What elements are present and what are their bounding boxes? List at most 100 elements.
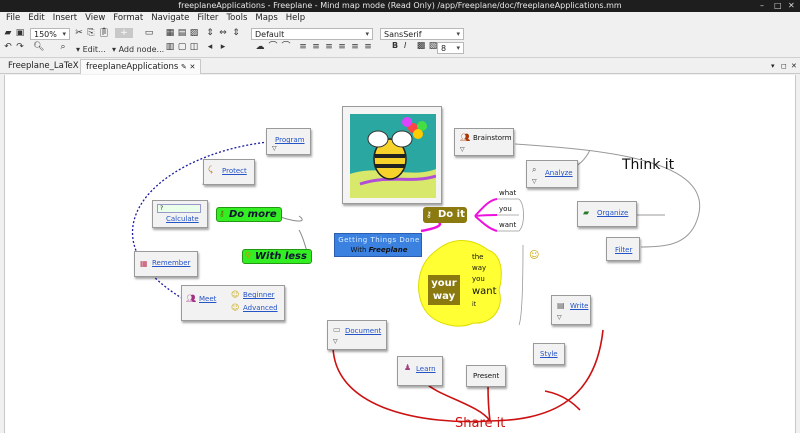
- your-way-node[interactable]: your way: [428, 275, 460, 305]
- open-icon[interactable]: ▰: [3, 28, 13, 38]
- align-icon[interactable]: ▥: [165, 42, 175, 52]
- style-link[interactable]: Style: [540, 350, 558, 358]
- menu-navigate[interactable]: Navigate: [147, 12, 193, 25]
- advanced-link[interactable]: Advanced: [243, 304, 278, 312]
- document-node[interactable]: ▭ Document ▽: [327, 320, 387, 350]
- program-node[interactable]: Program ▽: [266, 128, 311, 155]
- tab-restore-icon[interactable]: ◻: [781, 62, 787, 70]
- menu-insert[interactable]: Insert: [49, 12, 81, 25]
- indent-icon[interactable]: ≡: [350, 42, 360, 52]
- style-icon[interactable]: ▨: [189, 28, 199, 38]
- minimize-icon[interactable]: –: [760, 0, 764, 12]
- center-image-node[interactable]: [342, 106, 442, 204]
- text-color-icon[interactable]: ▩: [416, 41, 426, 51]
- cut-icon[interactable]: ✂: [74, 28, 84, 38]
- shape-icon[interactable]: ◫: [189, 42, 199, 52]
- border-icon[interactable]: ▢: [177, 42, 187, 52]
- fold-icon[interactable]: ⇕: [205, 28, 215, 38]
- learn-node[interactable]: ♟ Learn: [397, 356, 443, 386]
- map-tabs: Freeplane_LaTeX freeplaneApplications ✎ …: [0, 58, 800, 74]
- write-node[interactable]: ▤ Write ▽: [551, 295, 591, 325]
- align-right-icon[interactable]: ≡: [324, 42, 334, 52]
- zoom-in-icon[interactable]: 🔍︎: [33, 42, 44, 52]
- undo-icon[interactable]: ↶: [3, 42, 13, 52]
- write-link[interactable]: Write: [570, 302, 588, 310]
- program-link[interactable]: Program: [275, 136, 305, 144]
- do-it-node[interactable]: ⚷ Do it: [423, 207, 467, 223]
- meet-node[interactable]: 👥︎ Meet ☺ Beginner ☺ Advanced: [181, 285, 285, 321]
- menu-format[interactable]: Format: [109, 12, 147, 25]
- outdent-icon[interactable]: ≡: [363, 42, 373, 52]
- align-left-icon[interactable]: ≡: [298, 42, 308, 52]
- edge-style-icon[interactable]: ⌒: [281, 42, 291, 52]
- menu-filter[interactable]: Filter: [193, 12, 222, 25]
- maximize-icon[interactable]: □: [774, 0, 782, 12]
- italic-button[interactable]: I: [404, 41, 406, 50]
- do-more-node[interactable]: ⚷ Do more: [216, 207, 282, 222]
- align-center-icon[interactable]: ≡: [311, 42, 321, 52]
- with-less-node[interactable]: 💡︎ With less: [242, 249, 312, 264]
- menu-view[interactable]: View: [81, 12, 109, 25]
- brainstorm-node[interactable]: 👥︎ Brainstorm ▽: [454, 128, 514, 156]
- filter-link[interactable]: Filter: [615, 246, 632, 254]
- present-node[interactable]: Present: [466, 365, 506, 387]
- analyze-link[interactable]: Analyze: [545, 169, 573, 177]
- tab-freeplane-latex[interactable]: Freeplane_LaTeX: [3, 59, 84, 74]
- menu-file[interactable]: File: [2, 12, 24, 25]
- bold-button[interactable]: B: [392, 41, 398, 50]
- filter-node[interactable]: Filter: [606, 237, 640, 261]
- menu-edit[interactable]: Edit: [24, 12, 48, 25]
- calculate-link[interactable]: Calculate: [166, 215, 199, 223]
- center-title-node[interactable]: Getting Things Done With Freeplane: [334, 233, 422, 257]
- beginner-link[interactable]: Beginner: [243, 291, 275, 299]
- tab-freeplane-applications[interactable]: freeplaneApplications ✎ ✕: [80, 59, 202, 74]
- learn-link[interactable]: Learn: [416, 365, 436, 373]
- expand-icon[interactable]: ◂: [205, 42, 215, 52]
- zoom-select[interactable]: 150% ▾: [30, 28, 70, 40]
- node-icon[interactable]: ▭: [140, 28, 158, 38]
- justify-icon[interactable]: ≡: [337, 42, 347, 52]
- move-icon[interactable]: ⇕: [231, 28, 241, 38]
- people-icon: 👥︎: [460, 133, 471, 142]
- add-node-button[interactable]: ▾ Add node...: [112, 45, 164, 54]
- protect-node[interactable]: ⤹ Protect: [203, 159, 255, 185]
- paste-icon[interactable]: 📋︎: [98, 28, 109, 38]
- menu-tools[interactable]: Tools: [222, 12, 251, 25]
- font-size-select[interactable]: 8 ▾: [437, 42, 464, 54]
- remember-node[interactable]: ▦ Remember: [134, 251, 198, 277]
- calculate-input[interactable]: ?: [157, 204, 201, 213]
- organize-link[interactable]: Organize: [597, 209, 628, 217]
- zoom-out-icon[interactable]: ⌕: [58, 42, 68, 52]
- copy-icon[interactable]: ⎘: [86, 28, 96, 38]
- cloud-icon[interactable]: ☁: [255, 42, 265, 52]
- meet-link[interactable]: Meet: [199, 295, 216, 303]
- unfold-icon[interactable]: ⇔: [218, 28, 228, 38]
- layout-icon[interactable]: ▦: [165, 28, 175, 38]
- font-select[interactable]: SansSerif ▾: [380, 28, 464, 40]
- format-icon[interactable]: ▤: [177, 28, 187, 38]
- menu-help[interactable]: Help: [282, 12, 309, 25]
- collapse-icon[interactable]: ▸: [218, 42, 228, 52]
- analyze-node[interactable]: ⌕ Analyze ▽: [526, 160, 578, 188]
- add-icon[interactable]: +: [115, 28, 133, 38]
- calculate-node[interactable]: ? Calculate: [152, 200, 208, 228]
- remember-link[interactable]: Remember: [152, 259, 190, 267]
- document-link[interactable]: Document: [345, 327, 381, 335]
- style-node[interactable]: Style: [533, 343, 565, 365]
- organize-node[interactable]: ▰ Organize: [577, 201, 637, 227]
- tab-close-icon[interactable]: ✕: [190, 63, 196, 71]
- close-icon[interactable]: ✕: [788, 0, 795, 12]
- redo-icon[interactable]: ↷: [15, 42, 25, 52]
- present-label: Present: [473, 372, 500, 380]
- tab-close-all-icon[interactable]: ✕: [791, 62, 797, 70]
- save-icon[interactable]: ▣: [15, 28, 25, 38]
- mind-map-canvas[interactable]: Getting Things Done With Freeplane Progr…: [4, 75, 796, 433]
- tab-pin-icon[interactable]: ✎: [181, 63, 187, 71]
- style-select[interactable]: Default ▾: [251, 28, 373, 40]
- edge-icon[interactable]: ⌒: [268, 42, 278, 52]
- tab-list-icon[interactable]: ▾: [771, 62, 775, 70]
- fold-triangle-icon: ▽: [532, 178, 537, 185]
- menu-maps[interactable]: Maps: [251, 12, 281, 25]
- edit-button[interactable]: ▾ Edit...: [76, 45, 106, 54]
- protect-link[interactable]: Protect: [222, 167, 247, 175]
